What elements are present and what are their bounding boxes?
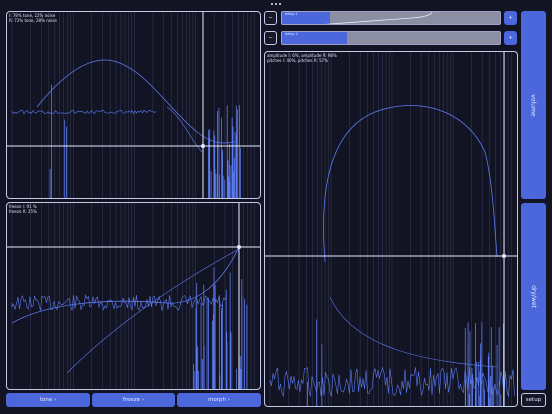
- delay-1-curve: [324, 12, 433, 24]
- tone-panel[interactable]: l: 78% tone, 22% noise R: 72% tone, 28% …: [6, 11, 261, 199]
- amplitude-pitch-panel[interactable]: amplitude l: 6%, amplitude R: 98% pitche…: [264, 51, 518, 407]
- freeze-button[interactable]: freeze ›: [92, 393, 175, 407]
- tone-curve-2: [166, 106, 203, 153]
- freeze-panel[interactable]: freeze l: 91 % freeze R: 25%: [6, 202, 261, 390]
- volume-slider[interactable]: volume: [521, 11, 546, 199]
- freeze-spectrum-graph[interactable]: [7, 203, 261, 390]
- dry-wet-slider[interactable]: dry/wet: [521, 203, 546, 390]
- amplitude-pitch-graph[interactable]: [265, 52, 518, 407]
- delay-2-minus-button[interactable]: −: [264, 31, 277, 45]
- delay-2-label: delay 2: [285, 32, 298, 36]
- delay-1-plus-button[interactable]: +: [504, 11, 517, 25]
- pitch-curve: [329, 296, 498, 368]
- delay-1-slider[interactable]: delay 1: [281, 11, 501, 25]
- delay-2-slider[interactable]: delay 2: [281, 31, 501, 45]
- crosshair-handle: [502, 254, 506, 258]
- setup-button[interactable]: setup: [521, 393, 546, 407]
- delay-2-plus-button[interactable]: +: [504, 31, 517, 45]
- dry-wet-label: dry/wet: [530, 285, 537, 308]
- amplitude-readout: amplitude l: 6%, amplitude R: 98% pitche…: [267, 53, 337, 63]
- freeze-readout-right: freeze R: 25%: [9, 209, 37, 214]
- morph-button[interactable]: morph ›: [177, 393, 261, 407]
- more-options-icon[interactable]: [267, 1, 287, 7]
- crosshair-handle: [201, 144, 205, 148]
- freeze-curve: [11, 246, 240, 324]
- pitches-readout-line: pitches l: 40%, pitches R: 57%: [267, 58, 328, 63]
- tone-readout: l: 78% tone, 22% noise R: 72% tone, 28% …: [9, 13, 57, 23]
- tone-readout-right: R: 72% tone, 28% noise: [9, 18, 57, 23]
- freeze-readout: freeze l: 91 % freeze R: 25%: [9, 204, 37, 214]
- volume-label: volume: [529, 93, 537, 117]
- crosshair-handle: [237, 245, 241, 249]
- delay-1-minus-button[interactable]: −: [264, 11, 277, 25]
- tone-spectrum-graph[interactable]: [7, 12, 261, 199]
- tone-button[interactable]: tone ›: [6, 393, 90, 407]
